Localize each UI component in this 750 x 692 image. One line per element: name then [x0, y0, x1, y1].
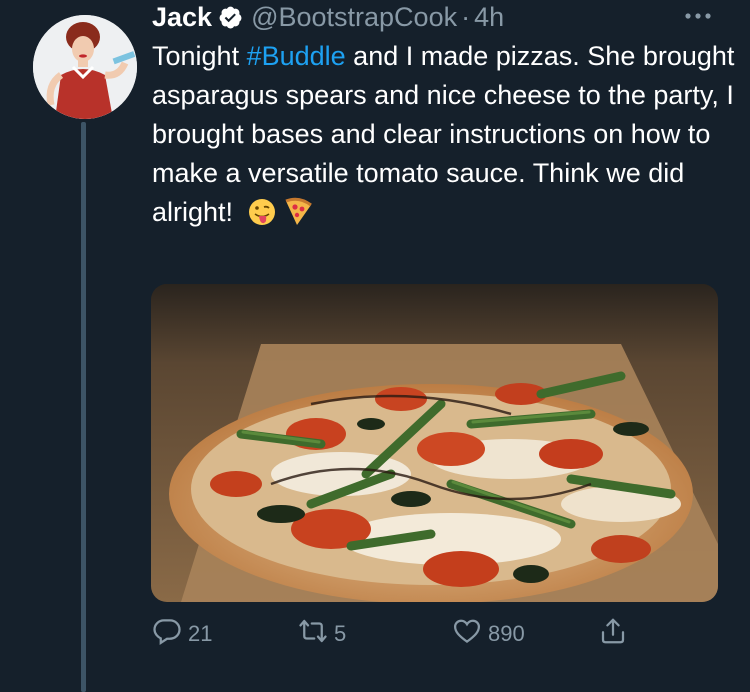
avatar-image	[33, 15, 137, 119]
verified-badge-icon	[218, 5, 243, 30]
reply-count: 21	[188, 621, 213, 646]
more-dots-icon[interactable]	[680, 2, 720, 26]
reply-button[interactable]: 21	[152, 614, 212, 654]
heart-icon	[452, 616, 482, 652]
share-icon	[598, 616, 628, 652]
tweet-header: Jack @BootstrapCook · 4h	[152, 0, 504, 34]
avatar[interactable]	[33, 15, 137, 119]
retweet-button[interactable]: 5	[298, 614, 346, 654]
tongue-out-emoji	[247, 197, 277, 227]
hashtag-link[interactable]: #Buddle	[247, 41, 346, 71]
tweet-actions: 21 5 890	[152, 614, 652, 658]
user-handle[interactable]: @BootstrapCook	[251, 2, 457, 33]
share-button[interactable]	[598, 614, 628, 654]
like-count: 890	[488, 621, 525, 646]
reply-icon	[152, 616, 182, 652]
separator-dot: ·	[461, 1, 471, 32]
display-name[interactable]: Jack	[152, 2, 212, 33]
pizza-emoji	[283, 197, 313, 227]
tweet-media-image[interactable]	[151, 284, 718, 602]
like-button[interactable]: 890	[452, 614, 525, 654]
tweet[interactable]: Jack @BootstrapCook · 4h Tonight #Buddle…	[0, 0, 750, 692]
retweet-icon	[298, 616, 328, 652]
pizza-photo	[151, 284, 718, 602]
retweet-count: 5	[334, 621, 347, 646]
tweet-timestamp[interactable]: 4h	[474, 2, 504, 33]
tweet-text: Tonight #Buddle and I made pizzas. She b…	[152, 37, 737, 232]
thread-line	[81, 122, 86, 692]
tweet-text-start: Tonight	[152, 41, 247, 71]
